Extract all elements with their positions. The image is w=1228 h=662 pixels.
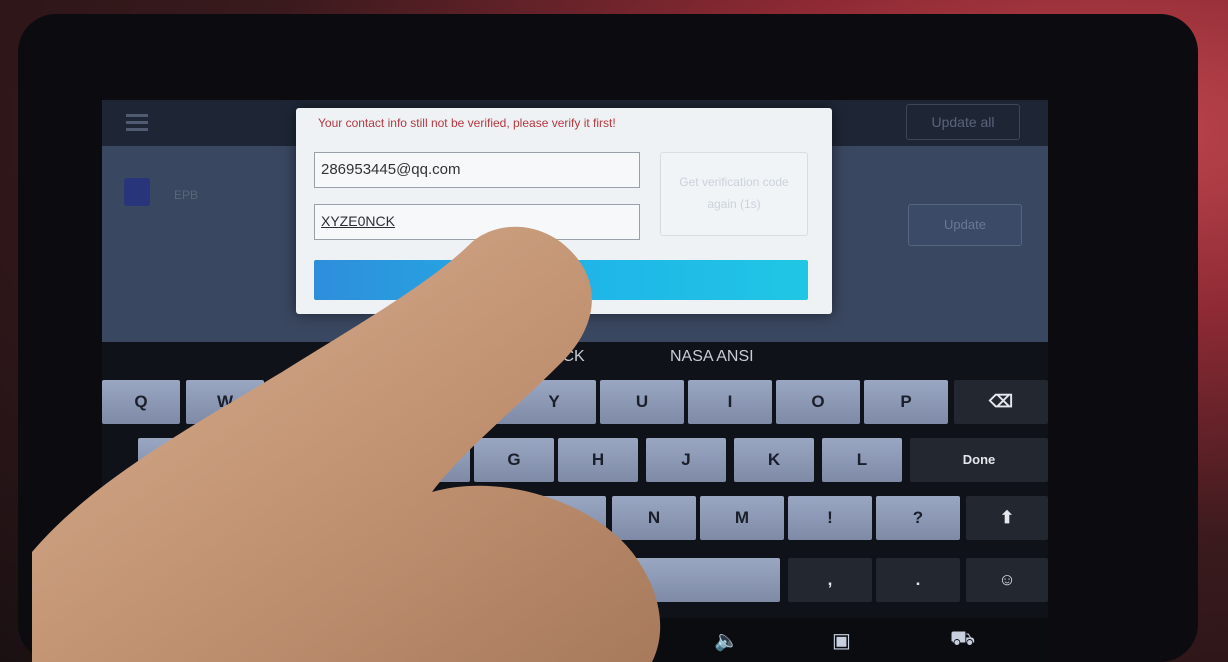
module-name: EPB (174, 188, 199, 202)
key-p[interactable]: P (864, 380, 948, 424)
tablet-screen: Update all EPB Update Your contact info … (102, 100, 1048, 662)
emoji-icon[interactable]: ☺ (966, 558, 1048, 602)
key-x[interactable]: X (272, 496, 352, 540)
key-y[interactable]: Y (512, 380, 596, 424)
key-k[interactable]: K (734, 438, 814, 482)
on-screen-keyboard: NY 0NCK NASA ANSI Q W E R T Y U I O P ⌫ … (102, 342, 1048, 662)
key-n[interactable]: N (612, 496, 696, 540)
key-h[interactable]: H (558, 438, 638, 482)
backspace-icon[interactable]: ⌫ (954, 380, 1048, 424)
update-button[interactable]: Update (908, 204, 1022, 246)
get-code-button[interactable]: Get verification code again (1s) (660, 152, 808, 236)
email-input[interactable] (315, 153, 637, 185)
key-question[interactable]: ? (876, 496, 960, 540)
key-u[interactable]: U (600, 380, 684, 424)
key-a[interactable]: A (138, 438, 218, 482)
key-exclamation[interactable]: ! (788, 496, 872, 540)
key-s[interactable]: S (222, 438, 302, 482)
menu-icon[interactable] (126, 114, 148, 132)
shift-left-icon[interactable]: ⬆ (102, 496, 178, 540)
key-g[interactable]: G (474, 438, 554, 482)
verify-dialog: Your contact info still not be verified,… (296, 108, 832, 314)
suggestion-1[interactable]: NY (346, 348, 368, 366)
screenshot-icon[interactable]: ▣ (832, 628, 851, 653)
key-e[interactable]: E (270, 380, 348, 424)
shift-right-icon[interactable]: ⬆ (966, 496, 1048, 540)
key-d[interactable]: D (306, 438, 386, 482)
key-w[interactable]: W (186, 380, 264, 424)
key-l[interactable]: L (822, 438, 902, 482)
suggestion-2[interactable]: 0NCK (542, 348, 585, 366)
navigation-bar: 🔈 ▣ ⛟ (102, 618, 1048, 662)
key-m[interactable]: M (700, 496, 784, 540)
key-r[interactable]: R (354, 380, 432, 424)
key-z[interactable]: Z (186, 496, 266, 540)
update-all-button[interactable]: Update all (906, 104, 1020, 140)
email-field[interactable] (314, 152, 640, 188)
comma-key[interactable]: , (788, 558, 872, 602)
space-key[interactable] (442, 558, 780, 602)
key-f[interactable]: F (390, 438, 470, 482)
key-j[interactable]: J (646, 438, 726, 482)
verification-code-input[interactable] (315, 205, 637, 237)
key-b[interactable]: B (526, 496, 606, 540)
key-q[interactable]: Q (102, 380, 180, 424)
suggestion-bar: NY 0NCK NASA ANSI (102, 342, 1048, 376)
done-key[interactable]: Done (910, 438, 1048, 482)
key-o[interactable]: O (776, 380, 860, 424)
period-key[interactable]: . (876, 558, 960, 602)
submit-button[interactable] (314, 260, 808, 300)
key-c[interactable]: C (358, 496, 438, 540)
truck-icon[interactable]: ⛟ (950, 628, 975, 653)
key-t[interactable]: T (438, 380, 516, 424)
code-field[interactable] (314, 204, 640, 240)
key-i[interactable]: I (688, 380, 772, 424)
suggestion-3[interactable]: NASA ANSI (670, 348, 754, 366)
module-icon (124, 178, 150, 206)
volume-icon[interactable]: 🔈 (714, 628, 739, 653)
dialog-message: Your contact info still not be verified,… (318, 116, 616, 130)
symbols-key[interactable]: ?12 (102, 558, 178, 602)
key-v[interactable]: V (444, 496, 524, 540)
